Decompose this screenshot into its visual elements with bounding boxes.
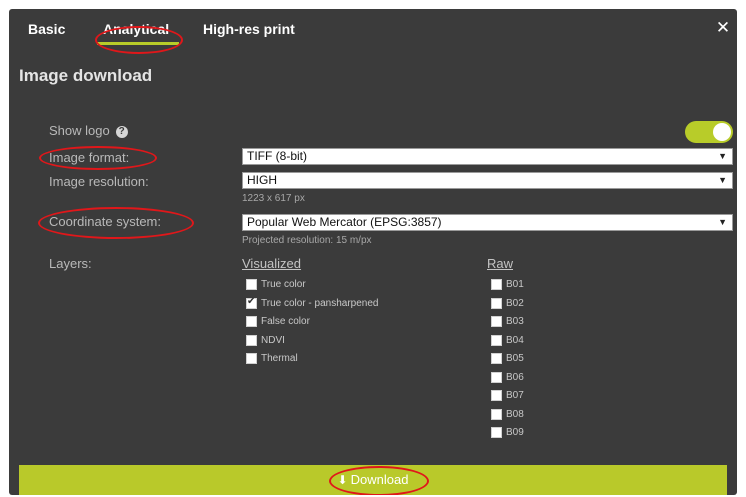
download-label: ⬇ Download: [19, 472, 727, 487]
raw-band-row[interactable]: B02: [491, 297, 524, 310]
raw-band-label: B09: [506, 427, 524, 438]
coordinate-system-select[interactable]: Popular Web Mercator (EPSG:3857) ▼: [242, 214, 733, 231]
visualized-header[interactable]: Visualized: [242, 256, 301, 271]
tab-basic[interactable]: Basic: [28, 21, 65, 37]
raw-band-checkbox[interactable]: [491, 334, 502, 346]
raw-band-row[interactable]: B04: [491, 334, 524, 347]
raw-band-checkbox[interactable]: [491, 279, 502, 290]
raw-band-row[interactable]: B03: [491, 315, 524, 328]
raw-band-checkbox[interactable]: [491, 371, 502, 383]
raw-header[interactable]: Raw: [487, 256, 513, 271]
dialog-title: Image download: [19, 66, 153, 85]
layers-label: Layers:: [49, 256, 92, 271]
active-tab-indicator: [97, 42, 179, 45]
visualized-layer-label: True color - pansharpened: [261, 297, 379, 309]
download-icon: ⬇: [337, 473, 348, 487]
help-icon[interactable]: ?: [115, 126, 128, 138]
visualized-layer-row[interactable]: True color: [246, 278, 306, 291]
raw-band-label: B04: [506, 334, 524, 346]
visualized-layer-label: True color: [261, 279, 306, 290]
raw-band-row[interactable]: B08: [491, 408, 524, 421]
chevron-down-icon: ▼: [718, 151, 727, 161]
download-button[interactable]: ⬇ Download: [19, 465, 727, 495]
show-logo-toggle[interactable]: [685, 121, 733, 143]
coordinate-system-value: Popular Web Mercator (EPSG:3857): [247, 215, 442, 229]
download-text: Download: [350, 472, 409, 487]
image-resolution-value: HIGH: [247, 173, 277, 187]
toggle-knob: [713, 123, 731, 141]
raw-band-checkbox[interactable]: [491, 297, 502, 309]
raw-band-label: B01: [506, 279, 524, 290]
raw-band-row[interactable]: B07: [491, 389, 524, 402]
tab-bar: Basic Analytical High-res print: [9, 9, 737, 53]
visualized-layer-checkbox[interactable]: [246, 279, 257, 290]
visualized-layer-checkbox[interactable]: [246, 316, 257, 327]
raw-band-row[interactable]: B09: [491, 426, 524, 439]
raw-band-label: B06: [506, 371, 524, 383]
chevron-down-icon: ▼: [718, 175, 727, 185]
visualized-layer-checkbox[interactable]: [246, 334, 257, 346]
show-logo-label: Show logo?: [49, 123, 128, 138]
image-format-label: Image format:: [49, 150, 130, 165]
raw-band-label: B07: [506, 390, 524, 401]
raw-band-label: B03: [506, 316, 524, 327]
tab-high-res-print[interactable]: High-res print: [203, 21, 295, 37]
raw-band-row[interactable]: B05: [491, 352, 524, 365]
tab-analytical[interactable]: Analytical: [103, 21, 169, 37]
raw-band-checkbox[interactable]: [491, 390, 502, 401]
visualized-layer-label: NDVI: [261, 334, 285, 346]
show-logo-text: Show logo: [49, 123, 110, 138]
image-format-value: TIFF (8-bit): [247, 149, 307, 163]
visualized-layer-label: False color: [261, 316, 310, 327]
image-download-dialog: Basic Analytical High-res print ✕ Image …: [9, 9, 737, 495]
chevron-down-icon: ▼: [718, 217, 727, 227]
raw-band-row[interactable]: B01: [491, 278, 524, 291]
image-resolution-label: Image resolution:: [49, 174, 149, 189]
raw-band-label: B05: [506, 353, 524, 364]
visualized-layer-row[interactable]: Thermal: [246, 352, 298, 365]
raw-band-checkbox[interactable]: [491, 408, 502, 420]
resolution-hint: 1223 x 617 px: [242, 193, 305, 204]
visualized-layer-row[interactable]: True color - pansharpened: [246, 296, 379, 310]
visualized-layer-checkbox[interactable]: [246, 353, 257, 364]
raw-band-checkbox[interactable]: [491, 353, 502, 364]
raw-band-label: B08: [506, 408, 524, 420]
visualized-layer-row[interactable]: NDVI: [246, 334, 285, 347]
visualized-layer-label: Thermal: [261, 353, 298, 364]
raw-band-label: B02: [506, 297, 524, 309]
raw-band-checkbox[interactable]: [491, 427, 502, 438]
close-icon[interactable]: ✕: [712, 17, 734, 39]
projected-resolution-hint: Projected resolution: 15 m/px: [242, 235, 372, 246]
visualized-layer-checkbox[interactable]: [246, 296, 257, 309]
image-format-select[interactable]: TIFF (8-bit) ▼: [242, 148, 733, 165]
raw-band-checkbox[interactable]: [491, 316, 502, 327]
raw-band-row[interactable]: B06: [491, 371, 524, 384]
coordinate-system-label: Coordinate system:: [49, 214, 161, 229]
image-resolution-select[interactable]: HIGH ▼: [242, 172, 733, 189]
visualized-layer-row[interactable]: False color: [246, 315, 310, 328]
